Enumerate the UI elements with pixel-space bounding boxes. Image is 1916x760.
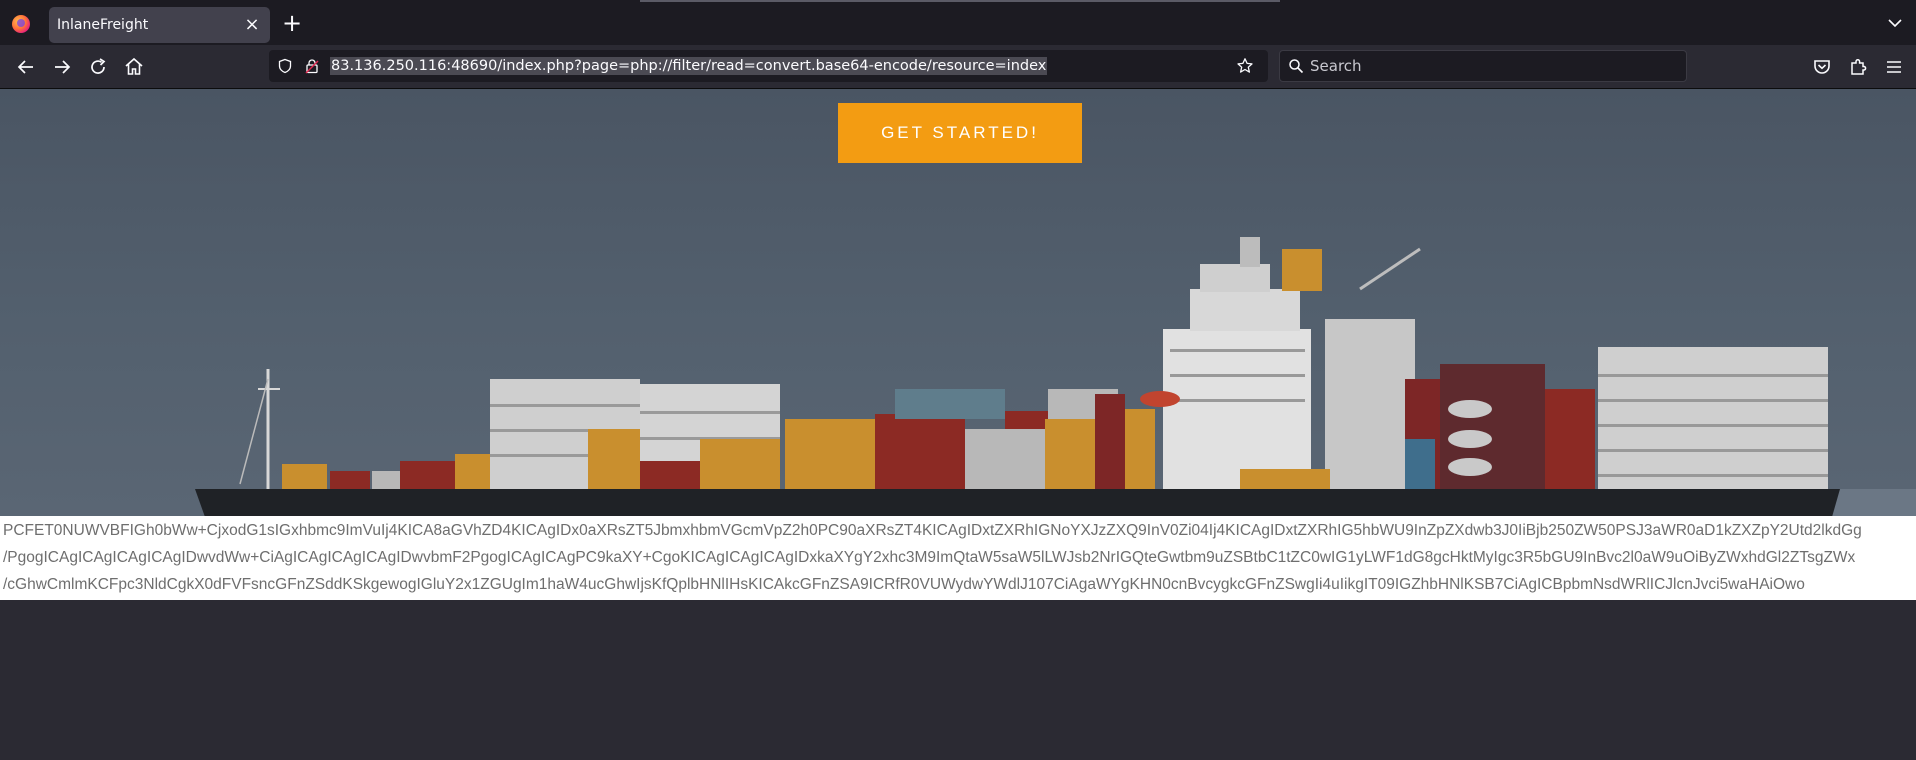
url-bar[interactable]: 83.136.250.116:48690/index.php?page=php:… bbox=[269, 50, 1268, 82]
firefox-logo-icon[interactable] bbox=[12, 15, 30, 33]
forward-arrow-icon[interactable] bbox=[50, 55, 74, 79]
get-started-button[interactable]: GET STARTED! bbox=[838, 103, 1082, 163]
url-text[interactable]: 83.136.250.116:48690/index.php?page=php:… bbox=[330, 57, 1048, 75]
scroll-indicator bbox=[640, 0, 1280, 2]
tab-strip: InlaneFreight × + bbox=[0, 0, 1916, 45]
back-arrow-icon[interactable] bbox=[14, 55, 38, 79]
tracking-protection-shield-icon[interactable] bbox=[277, 58, 293, 74]
hero-banner: GET STARTED! bbox=[0, 89, 1916, 517]
reload-icon[interactable] bbox=[86, 55, 110, 79]
search-placeholder: Search bbox=[1310, 57, 1362, 75]
page-background bbox=[0, 600, 1916, 760]
home-icon[interactable] bbox=[122, 55, 146, 79]
base64-line: PCFET0NUWVBFIGh0bWw+CjxodG1sIGxhbmc9ImVu… bbox=[3, 522, 1862, 539]
close-tab-icon[interactable]: × bbox=[242, 15, 262, 35]
navigation-toolbar: 83.136.250.116:48690/index.php?page=php:… bbox=[0, 45, 1916, 89]
tab-inlanefreight[interactable]: InlaneFreight × bbox=[49, 7, 270, 43]
bookmark-star-icon[interactable] bbox=[1236, 57, 1254, 75]
search-bar[interactable]: Search bbox=[1279, 50, 1687, 82]
insecure-lock-icon[interactable] bbox=[304, 58, 320, 74]
pocket-icon[interactable] bbox=[1810, 55, 1834, 79]
chevron-down-icon[interactable] bbox=[1886, 14, 1904, 32]
base64-line: /cGhwCmlmKCFpc3NldCgkX0dFVFsncGFnZSddKSk… bbox=[3, 576, 1805, 593]
tab-title: InlaneFreight bbox=[57, 17, 149, 33]
base64-line: /PgogICAgICAgICAgICAgIDwvdWw+CiAgICAgICA… bbox=[3, 549, 1856, 566]
new-tab-icon[interactable]: + bbox=[282, 11, 302, 35]
hamburger-menu-icon[interactable] bbox=[1882, 55, 1906, 79]
search-icon bbox=[1289, 59, 1304, 74]
base64-output: PCFET0NUWVBFIGh0bWw+CjxodG1sIGxhbmc9ImVu… bbox=[0, 516, 1916, 600]
extensions-puzzle-icon[interactable] bbox=[1846, 55, 1870, 79]
